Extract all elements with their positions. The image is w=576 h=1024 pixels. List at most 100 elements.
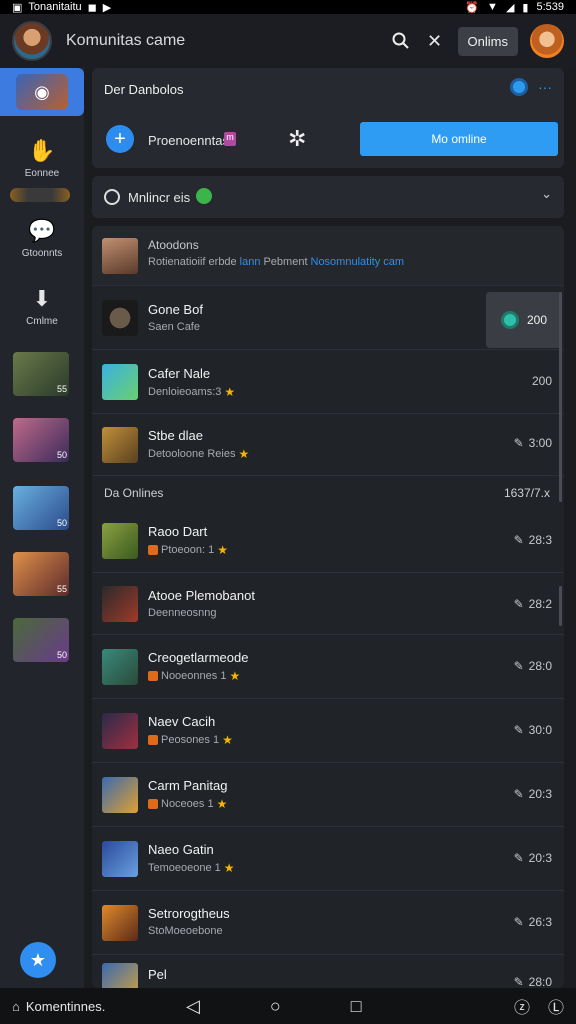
star-icon: ★: [217, 543, 228, 557]
sidebar-game-thumb[interactable]: 50: [13, 618, 69, 662]
banner-mid-text: Pebment: [263, 256, 308, 268]
sidebar-game-thumb[interactable]: 50: [13, 486, 69, 530]
tag-icon: [148, 735, 158, 745]
scrollbar[interactable]: [559, 292, 562, 502]
app-title: Komunitas came: [66, 32, 186, 49]
game-value: ✎ 20:3: [514, 787, 552, 801]
more-icon[interactable]: ···: [538, 79, 552, 95]
game-value-text: 20:3: [528, 851, 552, 865]
game-value-text: 28:2: [528, 597, 552, 611]
game-subtitle-text: Denloieoams:3: [148, 386, 222, 398]
game-subtitle-text: StoMoeoebone: [148, 925, 223, 937]
sidebar-item-3[interactable]: ⬇ Cmlme: [0, 286, 84, 327]
notification-icon: ▣: [12, 1, 23, 14]
back-icon[interactable]: ◁: [186, 996, 200, 1017]
banner-row[interactable]: Atoodons Rotienatioiif erbde lann Pebmen…: [92, 226, 564, 286]
sidebar-home[interactable]: ◉: [0, 68, 84, 116]
banner-link[interactable]: Nosomnulatity cam: [311, 256, 405, 268]
game-row[interactable]: Carm Panitag Noceoes 1 ★ ✎ 20:3: [92, 763, 564, 827]
banner-avatar: [102, 238, 138, 274]
game-value: ✎ 26:3: [514, 915, 552, 929]
game-value-text: 28:3: [528, 533, 552, 547]
profile-avatar[interactable]: [12, 21, 52, 61]
game-value-text: 30:0: [528, 723, 552, 737]
pin-icon: ✎: [513, 436, 524, 450]
alarm-icon: ⏰: [465, 1, 480, 14]
pin-icon: ✎: [513, 915, 524, 929]
game-row[interactable]: Naev Cacih Peosones 1 ★ ✎ 30:0: [92, 699, 564, 763]
game-subtitle: Temoeoeone 1 ★: [148, 861, 235, 875]
sidebar-game-thumb[interactable]: 50: [13, 418, 69, 462]
game-row[interactable]: Raoo Dart Ptoeoon: 1 ★ ✎ 28:3: [92, 509, 564, 573]
sidebar-game-thumb[interactable]: 55: [13, 552, 69, 596]
game-row[interactable]: Creogetlarmeode Nooeonnes 1 ★ ✎ 28:0: [92, 635, 564, 699]
star-icon: ★: [222, 733, 233, 747]
recents-icon[interactable]: □: [351, 996, 362, 1017]
sidebar-item-2[interactable]: 💬 Gtoonnts: [0, 218, 84, 259]
featured-row[interactable]: Cafer Nale Denloieoams:3 ★ 200: [92, 350, 564, 414]
pin-icon: ✎: [513, 787, 524, 801]
add-button[interactable]: +: [106, 125, 134, 153]
game-subtitle: Peosones 1 ★: [148, 733, 233, 747]
pin-icon: ✎: [513, 659, 524, 673]
sidebar-item-label: Cmlme: [26, 316, 58, 327]
game-row[interactable]: Pel ✎ 28:0: [92, 955, 564, 988]
help-icon[interactable]: ⓩ: [514, 994, 530, 1018]
game-row[interactable]: Naeo Gatin Temoeoeone 1 ★ ✎ 20:3: [92, 827, 564, 891]
filter-dropdown[interactable]: Mnlincr eis ⌄: [92, 176, 564, 218]
gear-icon[interactable]: ✲: [288, 126, 306, 152]
sidebar-item-label: Gtoonnts: [21, 248, 63, 259]
home-tab[interactable]: ⌂ Komentinnes.: [12, 999, 105, 1014]
search-icon[interactable]: [390, 30, 412, 52]
user-avatar[interactable]: [530, 24, 564, 58]
game-title: Gone Bof: [148, 302, 203, 317]
online-button[interactable]: Onlims: [457, 26, 518, 56]
clock-nav-icon[interactable]: Ⓛ: [548, 994, 564, 1018]
game-title: Raoo Dart: [148, 524, 208, 539]
status-left-text: Tonanitaitu: [28, 1, 82, 13]
game-thumbnail: [102, 300, 138, 336]
game-thumbnail: [102, 523, 138, 559]
chevron-down-icon[interactable]: ⌄: [541, 186, 552, 202]
game-title: Pel: [148, 967, 167, 982]
featured-row[interactable]: Stbe dlae Detooloone Reies ★ ✎ 3:00: [92, 414, 564, 476]
featured-action-button[interactable]: 200: [486, 292, 562, 348]
game-value: ✎ 3:00: [514, 436, 552, 450]
game-value-text: 26:3: [528, 915, 552, 929]
game-row[interactable]: Atooe Plemobanot Deenneosnng ✎ 28:2: [92, 573, 564, 635]
home-circle-icon[interactable]: ○: [270, 996, 281, 1017]
game-value-text: 200: [531, 374, 552, 388]
featured-row[interactable]: Gone Bof Saen Cafe 200: [92, 286, 564, 350]
section-count: 1637/7.x: [503, 486, 550, 500]
game-value: ✎ 20:3: [514, 851, 552, 865]
primary-online-button[interactable]: Mo omline: [360, 122, 558, 156]
game-row[interactable]: Setrorogtheus StoMoeoebone ✎ 26:3: [92, 891, 564, 955]
status-dot-icon[interactable]: [510, 78, 528, 96]
system-nav-bar: ⌂ Komentinnes. ◁ ○ □ ⓩ Ⓛ: [0, 988, 576, 1024]
pin-icon: ✎: [513, 597, 524, 611]
scrollbar-thumb[interactable]: [559, 586, 562, 626]
sidebar-game-thumb[interactable]: 55: [13, 352, 69, 396]
game-subtitle: Noceoes 1 ★: [148, 797, 227, 811]
game-subtitle-text: Saen Cafe: [148, 321, 200, 333]
game-subtitle: Nooeonnes 1 ★: [148, 669, 240, 683]
home-icon: ⌂: [12, 998, 20, 1014]
header-title: Der Danbolos: [104, 82, 184, 97]
battery-icon: ▮: [522, 1, 529, 14]
tag-icon: [148, 799, 158, 809]
game-subtitle-text: Detooloone Reies: [148, 448, 236, 460]
game-subtitle-text: Ptoeoon: 1: [161, 544, 215, 556]
game-subtitle-text: Deenneosnng: [148, 607, 217, 619]
section-label: Da Onlines: [104, 486, 164, 500]
main-content: Der Danbolos ··· + Proenoenntas m ✲ Mo o…: [92, 68, 566, 988]
clock-icon: [104, 189, 120, 205]
close-icon[interactable]: ✕: [424, 30, 446, 52]
pin-icon: ✎: [513, 975, 524, 988]
game-thumbnail: [102, 364, 138, 400]
banner-link[interactable]: lann: [240, 256, 261, 268]
download-icon: ⬇: [32, 286, 52, 311]
game-title: Cafer Nale: [148, 366, 211, 381]
star-icon[interactable]: ★: [20, 942, 56, 978]
game-title: Naeo Gatin: [148, 842, 214, 857]
sidebar-item-1[interactable]: ✋ Eonnee: [0, 138, 84, 179]
